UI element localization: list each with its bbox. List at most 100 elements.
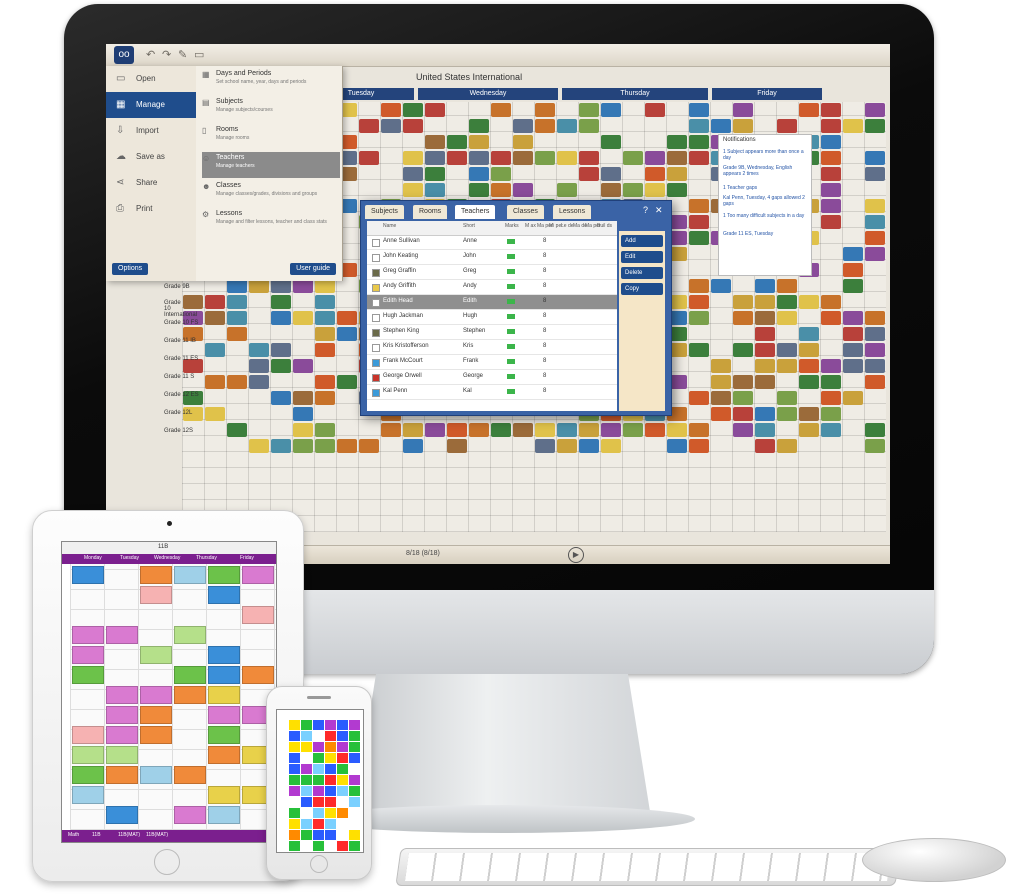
submenu-days-periods[interactable]: ▦ Days and Periods Set school name, year, … (202, 68, 340, 94)
lesson-card[interactable] (140, 646, 172, 664)
lesson-card[interactable] (447, 423, 467, 437)
lesson-card[interactable] (733, 391, 753, 405)
lesson-card[interactable] (601, 103, 621, 117)
lesson-card[interactable] (337, 808, 348, 818)
lesson-card[interactable] (337, 841, 348, 851)
lesson-card[interactable] (469, 423, 489, 437)
lesson-card[interactable] (359, 119, 379, 133)
marks-indicator[interactable] (507, 374, 515, 379)
lesson-card[interactable] (711, 119, 731, 133)
wand-icon[interactable]: ✎ (178, 48, 187, 61)
lesson-card[interactable] (579, 103, 599, 117)
lesson-card[interactable] (425, 183, 445, 197)
notification-item[interactable]: Kal Penn, Tuesday, 4 gaps allowed 2 gaps (723, 195, 807, 207)
lesson-card[interactable] (799, 407, 819, 421)
lesson-card[interactable] (865, 359, 885, 373)
marks-indicator[interactable] (507, 254, 515, 259)
undo-icon[interactable]: ↶ (146, 48, 155, 61)
table-row[interactable]: George Orwell George 8 (367, 370, 617, 385)
lesson-card[interactable] (249, 375, 269, 389)
lesson-card[interactable] (249, 279, 269, 293)
lesson-card[interactable] (140, 766, 172, 784)
lesson-card[interactable] (689, 119, 709, 133)
lesson-card[interactable] (733, 423, 753, 437)
lesson-card[interactable] (208, 646, 240, 664)
lesson-card[interactable] (289, 775, 300, 785)
lesson-card[interactable] (777, 343, 797, 357)
lesson-card[interactable] (821, 215, 841, 229)
lesson-card[interactable] (349, 753, 360, 763)
lesson-card[interactable] (301, 720, 312, 730)
marks-indicator[interactable] (507, 269, 515, 274)
lesson-card[interactable] (821, 375, 841, 389)
lesson-card[interactable] (313, 841, 324, 851)
lesson-card[interactable] (313, 830, 324, 840)
lesson-card[interactable] (337, 742, 348, 752)
lesson-card[interactable] (821, 199, 841, 213)
lesson-card[interactable] (865, 151, 885, 165)
lesson-card[interactable] (313, 819, 324, 829)
lesson-card[interactable] (821, 359, 841, 373)
lesson-card[interactable] (72, 566, 104, 584)
lesson-card[interactable] (755, 423, 775, 437)
lesson-card[interactable] (72, 786, 104, 804)
submenu-subjects[interactable]: ▤ Subjects Manage subjects/courses (202, 96, 340, 122)
delete-button[interactable]: Delete (621, 267, 663, 279)
lesson-card[interactable] (513, 423, 533, 437)
lesson-card[interactable] (325, 775, 336, 785)
lesson-card[interactable] (313, 797, 324, 807)
lesson-card[interactable] (689, 231, 709, 245)
lesson-card[interactable] (601, 183, 621, 197)
lesson-card[interactable] (315, 423, 335, 437)
lesson-card[interactable] (72, 766, 104, 784)
submenu-classes[interactable]: ☻ Classes Manage classes/grades, divisions… (202, 180, 340, 206)
lesson-card[interactable] (733, 311, 753, 325)
lesson-card[interactable] (689, 311, 709, 325)
lesson-card[interactable] (205, 311, 225, 325)
lesson-card[interactable] (821, 119, 841, 133)
menu-item-import[interactable]: ⇩ Import (106, 118, 196, 144)
lesson-card[interactable] (289, 720, 300, 730)
lesson-card[interactable] (557, 183, 577, 197)
lesson-card[interactable] (425, 167, 445, 181)
lesson-card[interactable] (821, 167, 841, 181)
edit-button[interactable]: Edit (621, 251, 663, 263)
lesson-card[interactable] (579, 439, 599, 453)
lesson-card[interactable] (623, 151, 643, 165)
lesson-card[interactable] (337, 775, 348, 785)
lesson-card[interactable] (293, 359, 313, 373)
lesson-card[interactable] (381, 103, 401, 117)
play-icon[interactable]: ▶ (568, 547, 584, 563)
lesson-card[interactable] (733, 375, 753, 389)
lesson-card[interactable] (535, 423, 555, 437)
lesson-card[interactable] (205, 343, 225, 357)
lesson-card[interactable] (293, 407, 313, 421)
marks-indicator[interactable] (507, 329, 515, 334)
lesson-card[interactable] (513, 119, 533, 133)
lesson-card[interactable] (106, 726, 138, 744)
lesson-card[interactable] (557, 119, 577, 133)
lesson-card[interactable] (325, 819, 336, 829)
menu-item-manage[interactable]: ▦ Manage (106, 92, 196, 118)
lesson-card[interactable] (843, 343, 863, 357)
lesson-card[interactable] (755, 295, 775, 309)
tab-classes[interactable]: Classes (507, 205, 544, 219)
lesson-card[interactable] (337, 731, 348, 741)
lesson-card[interactable] (623, 423, 643, 437)
lesson-card[interactable] (72, 746, 104, 764)
lesson-card[interactable] (140, 586, 172, 604)
lesson-card[interactable] (293, 391, 313, 405)
lesson-card[interactable] (325, 786, 336, 796)
lesson-card[interactable] (821, 183, 841, 197)
lesson-card[interactable] (689, 423, 709, 437)
lesson-card[interactable] (425, 135, 445, 149)
lesson-card[interactable] (865, 327, 885, 341)
tab-lessons[interactable]: Lessons (553, 205, 592, 219)
lesson-card[interactable] (242, 566, 274, 584)
lesson-card[interactable] (183, 295, 203, 309)
lesson-card[interactable] (645, 423, 665, 437)
lesson-card[interactable] (447, 439, 467, 453)
help-icon[interactable]: ? (643, 205, 648, 215)
lesson-card[interactable] (174, 806, 206, 824)
lesson-card[interactable] (271, 391, 291, 405)
